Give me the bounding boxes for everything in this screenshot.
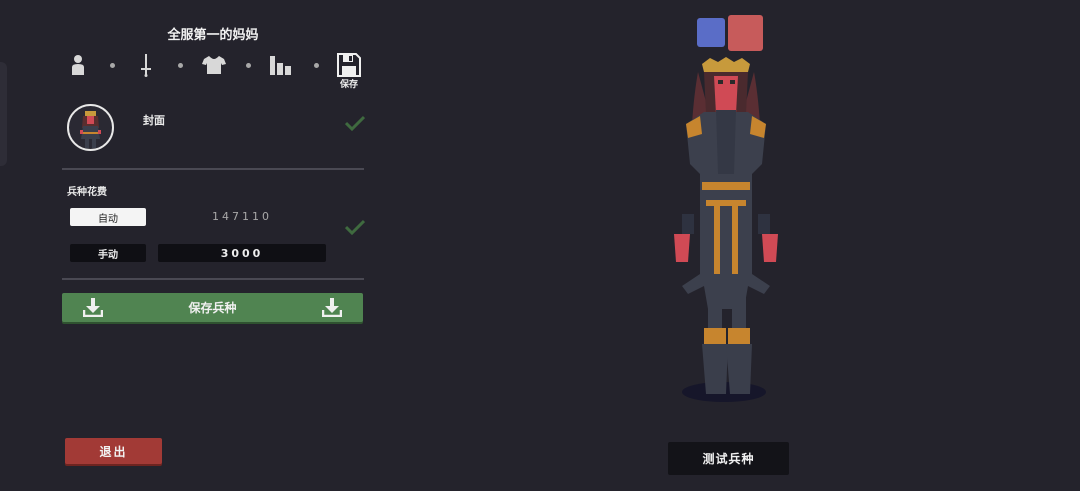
exit-button[interactable]: 退出 <box>65 438 162 464</box>
side-edge-tab[interactable] <box>0 62 7 166</box>
cover-label: 封面 <box>143 114 165 127</box>
unit-name-title: 全服第一的妈妈 <box>167 28 259 43</box>
floppy-disk-icon <box>337 53 361 77</box>
stats-bars-icon <box>270 56 291 75</box>
tab-person[interactable] <box>62 50 94 80</box>
save-unit-button[interactable]: 保存兵种 <box>62 293 363 322</box>
tab-separator-dot <box>178 63 183 68</box>
cost-section-label: 兵种花费 <box>67 187 107 198</box>
cover-portrait[interactable] <box>67 104 114 151</box>
download-icon <box>83 298 103 317</box>
tab-stats[interactable] <box>266 50 298 80</box>
tab-separator-dot <box>246 63 251 68</box>
unit-thumbnail <box>80 111 101 148</box>
person-icon <box>72 55 84 75</box>
tab-save[interactable] <box>333 50 365 80</box>
manual-cost-input[interactable]: 3000 <box>158 244 326 262</box>
divider <box>62 168 364 170</box>
tab-clothing[interactable] <box>198 50 230 80</box>
team-color-red-swatch[interactable] <box>728 15 763 51</box>
manual-cost-button[interactable]: 手动 <box>70 244 146 262</box>
tab-save-label: 保存 <box>339 80 358 90</box>
sword-icon <box>141 54 151 77</box>
save-unit-label: 保存兵种 <box>188 301 237 315</box>
editor-tabs: 保存 <box>62 48 364 92</box>
tab-weapon[interactable] <box>130 50 162 80</box>
team-color-blue-swatch[interactable] <box>697 18 725 47</box>
test-unit-button[interactable]: 测试兵种 <box>668 442 789 475</box>
download-icon <box>322 298 342 317</box>
shirt-icon <box>202 56 226 74</box>
auto-cost-button[interactable]: 自动 <box>70 208 146 226</box>
tab-separator-dot <box>314 63 319 68</box>
cover-check-icon[interactable] <box>345 115 365 131</box>
cost-check-icon[interactable] <box>345 219 365 235</box>
tab-separator-dot <box>110 63 115 68</box>
unit-character-model[interactable] <box>652 54 792 414</box>
divider <box>62 278 364 280</box>
auto-cost-value: 147110 <box>212 210 272 223</box>
